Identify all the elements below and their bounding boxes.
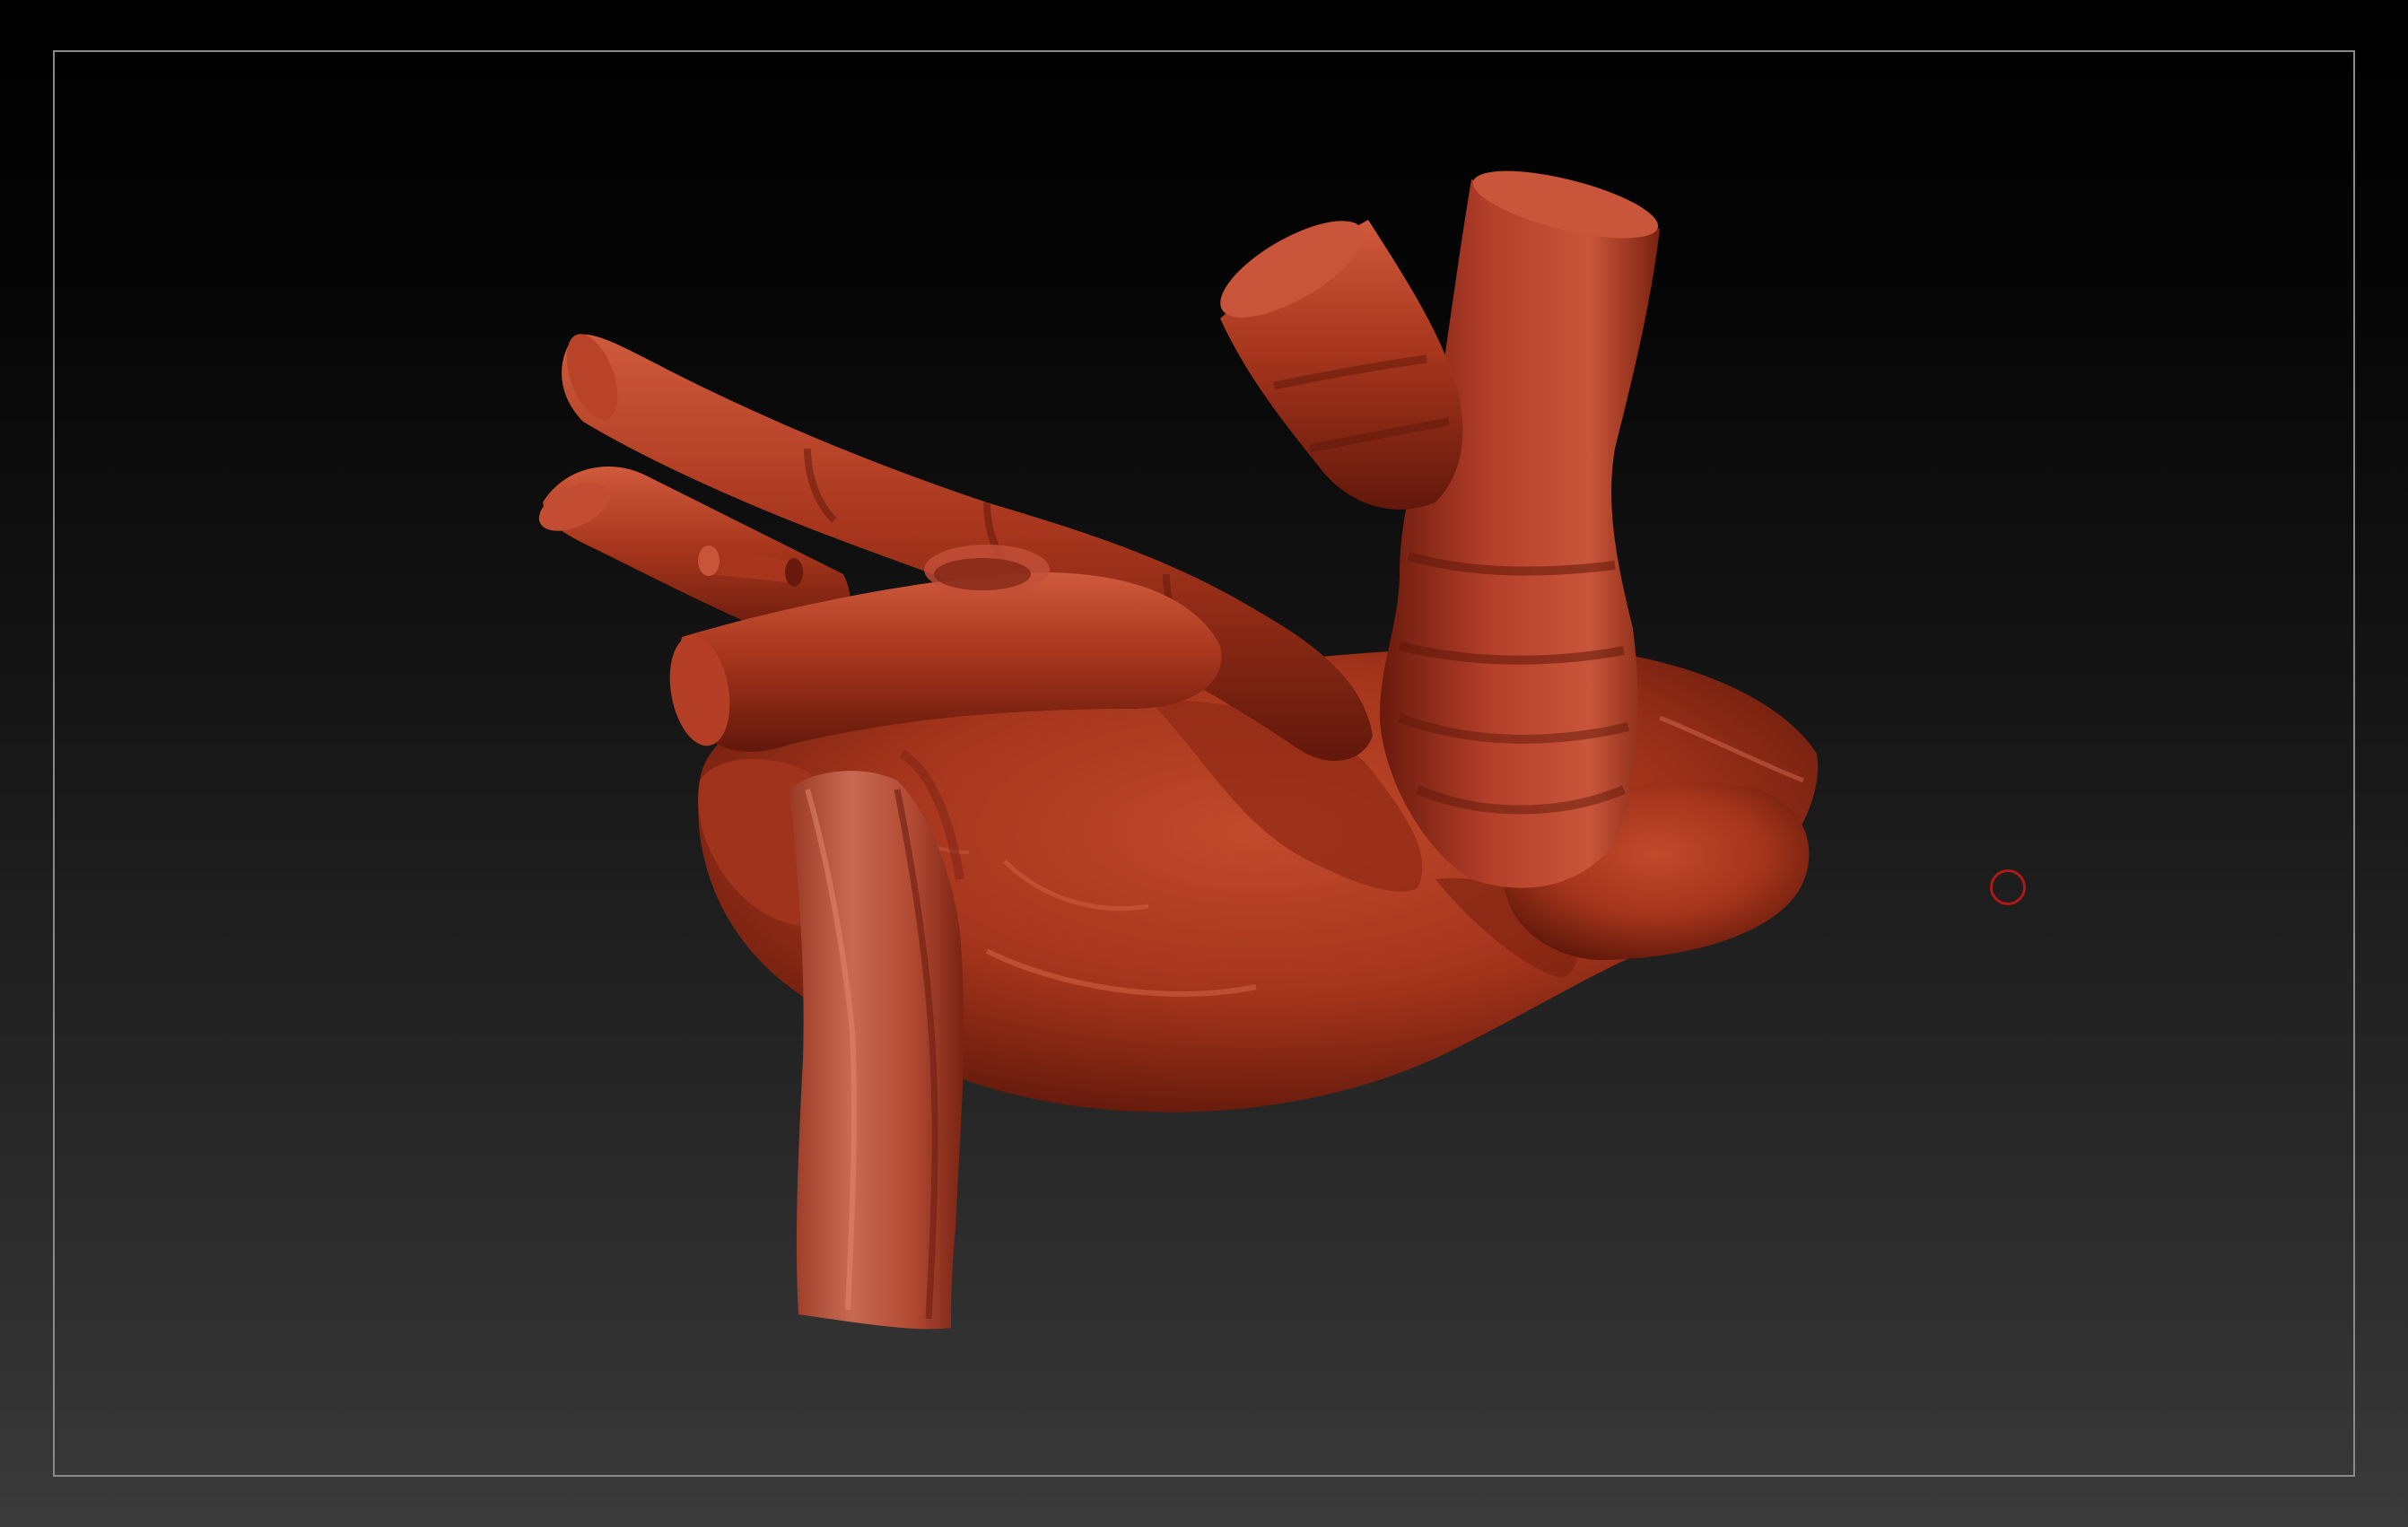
heart-sculpt-model[interactable] (0, 0, 2408, 1527)
branch-vessel-upper (1220, 220, 1463, 510)
sculpt-viewport[interactable] (0, 0, 2408, 1527)
aorta-vessel (1379, 170, 1660, 888)
brush-circle-icon (1990, 869, 2026, 905)
